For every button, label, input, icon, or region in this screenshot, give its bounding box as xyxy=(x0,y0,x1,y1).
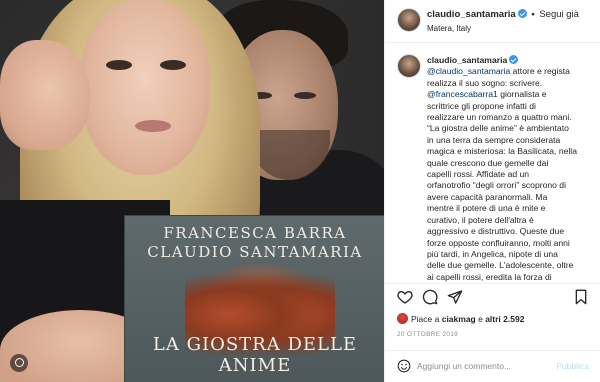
caption-line-text: realizza il suo sogno: scrivere. xyxy=(427,77,543,88)
header-user-row: claudio_santamaria • Segui già xyxy=(427,9,579,20)
likes-middle: e xyxy=(475,314,486,324)
publish-button[interactable]: Pubblica xyxy=(556,361,589,371)
photo-woman-lips xyxy=(135,120,171,132)
photo-woman-hand xyxy=(0,40,90,150)
photo-woman-face xyxy=(80,0,210,175)
caption-line: capelli rossi. Affidate ad un xyxy=(427,169,595,180)
caption-line-text: “La giostra delle anime” è ambientato xyxy=(427,123,569,134)
header-username[interactable]: claudio_santamaria xyxy=(427,9,516,20)
caption-line-text: in una terra da sempre considerata xyxy=(427,134,561,145)
caption-line-text: curativo, il potere dell'altra è xyxy=(427,214,534,225)
caption-line: orfanotrofio “degli orrori” scoprono di xyxy=(427,180,595,191)
caption-line: in una terra da sempre considerata xyxy=(427,135,595,146)
user-tag-icon[interactable] xyxy=(10,354,28,372)
caption-line: realizza il suo sogno: scrivere. xyxy=(427,78,595,89)
caption-line: realizzare un romanzo a quattro mani. xyxy=(427,112,595,123)
post-photo[interactable]: FRANCESCA BARRA CLAUDIO SANTAMARIA LA GI… xyxy=(0,0,384,382)
post-header: claudio_santamaria • Segui già Matera, I… xyxy=(385,0,600,43)
likes-prefix: Piace a xyxy=(411,314,442,324)
comment-composer: Pubblica xyxy=(385,350,600,382)
caption-line: avere capacità paranormali. Ma xyxy=(427,192,595,203)
caption-line: aggressivo e distruttivo. Queste due xyxy=(427,226,595,237)
book-author-1: FRANCESCA BARRA xyxy=(163,224,347,242)
caption-line: @claudio_santamaria attore e regista xyxy=(427,66,595,77)
caption-lines: @claudio_santamaria attore e regista real… xyxy=(427,66,595,283)
caption-line-text: più tardi, in Angelica, nipote di una xyxy=(427,248,558,259)
caption-line-text: avere capacità paranormali. Ma xyxy=(427,191,548,202)
caption-line-text: forze opposte confluiranno, molti anni xyxy=(427,237,570,248)
book-author-2: CLAUDIO SANTAMARIA xyxy=(147,243,363,261)
liker-username[interactable]: ciakmag xyxy=(442,314,476,324)
liker-avatar[interactable] xyxy=(397,313,408,324)
caption-line: scrittrice gli propone infatti di xyxy=(427,101,595,112)
caption-mention-link[interactable]: @francescabarra1 xyxy=(427,89,498,99)
caption-line: mentre il potere di una è mite e xyxy=(427,203,595,214)
caption-mention-link[interactable]: @claudio_santamaria xyxy=(427,66,510,76)
location-link[interactable]: Matera, Italy xyxy=(427,24,471,33)
caption-avatar[interactable] xyxy=(397,54,421,78)
caption-line: @francescabarra1 giornalista e xyxy=(427,89,595,100)
caption-line-text: quale crescono due gemelle dai xyxy=(427,157,549,168)
emoji-icon[interactable] xyxy=(397,359,411,373)
caption-line: più tardi, in Angelica, nipote di una xyxy=(427,249,595,260)
caption-line-text: ai capelli rossi, eredita la forza di xyxy=(427,271,552,282)
caption-line-text: capelli rossi. Affidate ad un xyxy=(427,169,530,180)
likes-summary: Piace a ciakmag e altri 2.592 xyxy=(397,313,524,324)
book-cover: FRANCESCA BARRA CLAUDIO SANTAMARIA LA GI… xyxy=(124,215,384,382)
caption-scroll-area[interactable]: claudio_santamaria @claudio_santamaria a… xyxy=(385,44,600,284)
caption-line: forze opposte confluiranno, molti anni xyxy=(427,238,595,249)
heart-icon[interactable] xyxy=(397,289,413,305)
following-button[interactable]: Segui già xyxy=(539,9,579,20)
likes-count-link[interactable]: altri 2.592 xyxy=(485,314,524,324)
caption-line: magica e misteriosa: la Basilicata, nell… xyxy=(427,146,595,157)
caption-line: ai capelli rossi, eredita la forza di xyxy=(427,272,595,283)
caption-line-text: mentre il potere di una è mite e xyxy=(427,203,546,214)
caption-line-text: attore e regista xyxy=(510,66,570,77)
caption-line: delle due gemelle. L'adolescente, oltre xyxy=(427,260,595,271)
share-icon[interactable] xyxy=(447,289,463,305)
verified-badge-icon xyxy=(509,55,519,64)
comment-icon[interactable] xyxy=(422,289,438,305)
action-bar xyxy=(385,288,600,308)
photo-woman-eye-right xyxy=(160,60,186,70)
verified-badge-icon xyxy=(517,9,527,18)
book-title: LA GIOSTRA DELLE ANIME xyxy=(152,334,358,376)
photo-woman-eye-left xyxy=(106,60,132,70)
caption-line-text: scrittrice gli propone infatti di xyxy=(427,100,536,111)
post-side-panel: claudio_santamaria • Segui già Matera, I… xyxy=(384,0,600,382)
caption-line: curativo, il potere dell'altra è xyxy=(427,215,595,226)
caption-text: claudio_santamaria @claudio_santamaria a… xyxy=(427,55,595,283)
dot-separator: • xyxy=(531,9,535,20)
caption-line-text: realizzare un romanzo a quattro mani. xyxy=(427,112,572,123)
caption-username-line: claudio_santamaria xyxy=(427,55,595,66)
caption-line-text: orfanotrofio “degli orrori” scoprono di xyxy=(427,180,566,191)
post-date[interactable]: 20 OTTOBRE 2019 xyxy=(397,331,458,338)
avatar[interactable] xyxy=(397,8,421,32)
caption-line-text: aggressivo e distruttivo. Queste due xyxy=(427,226,565,237)
caption-line: “La giostra delle anime” è ambientato xyxy=(427,123,595,134)
caption-line-text: giornalista e xyxy=(497,89,547,100)
caption-line-text: delle due gemelle. L'adolescente, oltre xyxy=(427,260,574,271)
comment-input[interactable] xyxy=(417,357,547,375)
caption-line: quale crescono due gemelle dai xyxy=(427,158,595,169)
caption-username[interactable]: claudio_santamaria xyxy=(427,55,507,65)
photo-man-eye-right xyxy=(294,92,316,99)
caption-line-text: magica e misteriosa: la Basilicata, nell… xyxy=(427,146,577,157)
bookmark-icon[interactable] xyxy=(573,289,589,305)
